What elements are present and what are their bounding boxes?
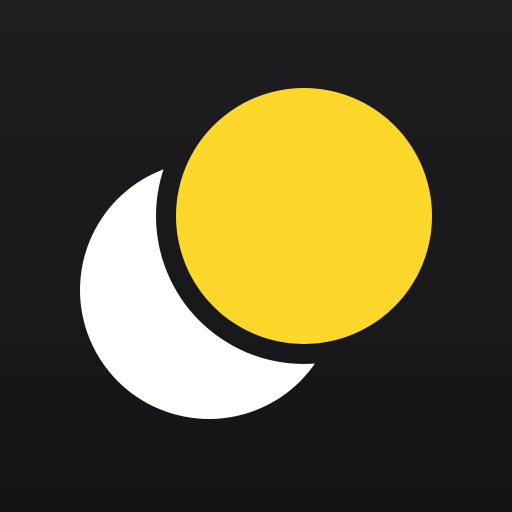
sun-icon <box>176 88 432 344</box>
sun-moon-logo <box>80 88 432 419</box>
app-icon <box>0 0 512 512</box>
